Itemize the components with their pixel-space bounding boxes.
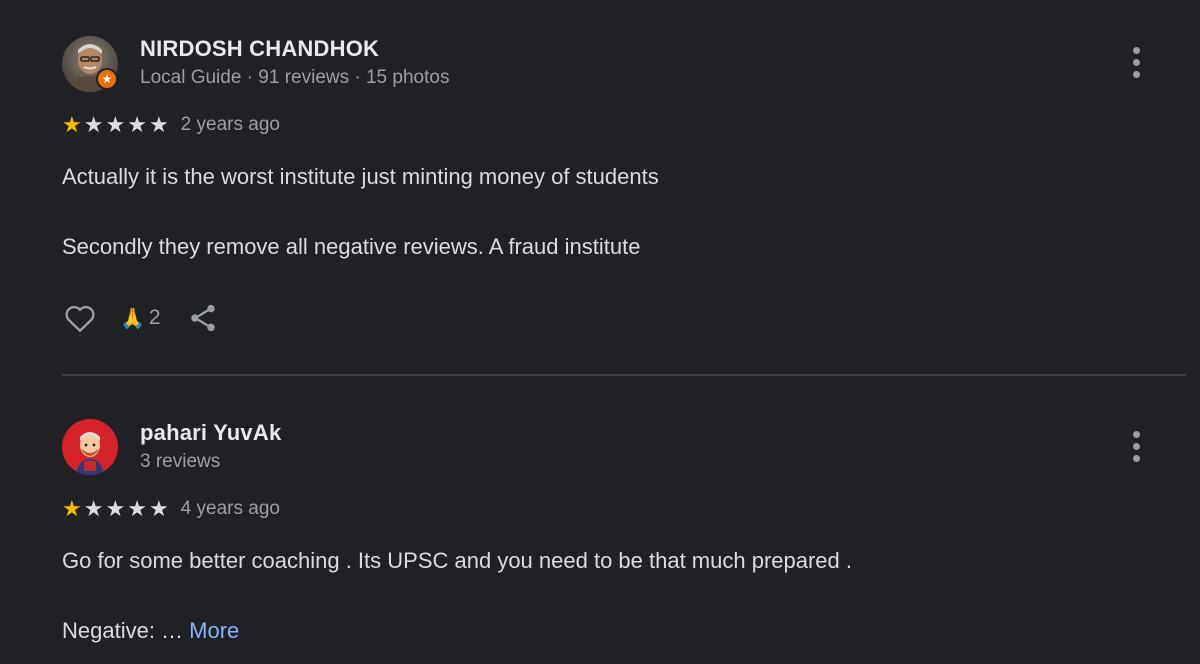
star-icon: ★	[105, 112, 126, 137]
avatar[interactable]: ★	[62, 36, 118, 92]
reviewer-name[interactable]: NIRDOSH CHANDHOK	[140, 36, 379, 62]
rating-row: ★ ★ ★ ★ ★ 2 years ago	[62, 114, 280, 136]
review-text-truncated: Negative: … More	[62, 618, 239, 644]
review-divider	[62, 374, 1186, 376]
star-icon: ★	[105, 496, 126, 521]
reviewer-meta[interactable]: 3 reviews	[140, 451, 220, 473]
star-icon: ★	[83, 496, 104, 521]
more-options-button[interactable]	[1124, 428, 1148, 464]
reaction-chip[interactable]: 🙏 2	[120, 306, 161, 331]
review-age: 2 years ago	[180, 114, 280, 135]
star-icon: ★	[62, 496, 82, 521]
star-icon: ★	[127, 496, 147, 521]
more-vert-icon	[1132, 430, 1140, 438]
star-icon: ★	[83, 112, 104, 137]
star-icon: ★	[148, 112, 169, 137]
star-icon: ★	[62, 112, 82, 137]
reviewer-name[interactable]: pahari YuvAk	[140, 420, 281, 446]
praying-hands-icon: 🙏	[120, 307, 145, 330]
review-text-line: Go for some better coaching . Its UPSC a…	[62, 548, 853, 573]
star-icon: ★	[148, 496, 169, 521]
local-guide-badge-icon: ★	[96, 68, 118, 90]
star-rating: ★ ★ ★ ★ ★	[62, 114, 169, 136]
more-link[interactable]: More	[189, 618, 239, 643]
avatar[interactable]	[62, 419, 118, 475]
review-age: 4 years ago	[180, 498, 280, 519]
rating-row: ★ ★ ★ ★ ★ 4 years ago	[62, 498, 280, 520]
review-actions: 🙏 2	[62, 300, 219, 336]
more-vert-icon	[1132, 46, 1140, 54]
more-options-button[interactable]	[1124, 44, 1148, 80]
reviewer-meta[interactable]: Local Guide · 91 reviews · 15 photos	[140, 67, 449, 89]
heart-icon[interactable]	[62, 300, 98, 336]
share-icon[interactable]	[187, 302, 219, 334]
review-text-line: Secondly they remove all negative review…	[62, 234, 641, 259]
star-icon: ★	[127, 112, 147, 137]
review-text-line: Actually it is the worst institute just …	[62, 164, 659, 189]
review-text-line: Negative: …	[62, 618, 190, 643]
star-rating: ★ ★ ★ ★ ★	[62, 498, 169, 520]
reaction-count: 2	[148, 306, 161, 329]
avatar-photo	[62, 419, 118, 475]
